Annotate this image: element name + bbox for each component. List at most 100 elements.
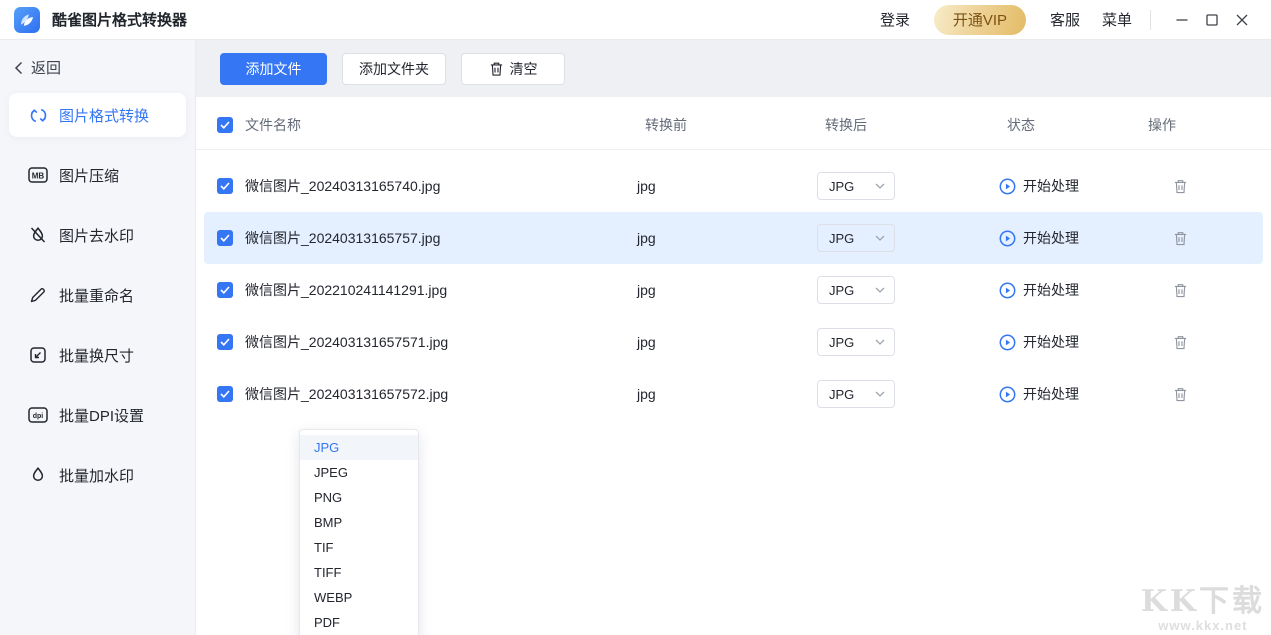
table-row: 微信图片_202403131657572.jpg jpg JPG 开始处理 (204, 368, 1263, 420)
sidebar-item-label: 图片去水印 (59, 225, 134, 246)
sidebar-item-compress[interactable]: MB 图片压缩 (9, 153, 186, 197)
back-label: 返回 (31, 57, 61, 78)
format-select[interactable]: JPG (817, 380, 895, 408)
svg-text:MB: MB (32, 172, 45, 181)
row-checkbox[interactable] (217, 282, 233, 298)
sidebar: 返回 图片格式转换 MB 图片压缩 图片去水印 (0, 40, 196, 635)
clear-label: 清空 (510, 59, 538, 79)
sidebar-item-label: 批量换尺寸 (59, 345, 134, 366)
chevron-left-icon (14, 61, 23, 75)
table-row: 微信图片_20240313165757.jpg jpg JPG 开始处理 (204, 212, 1263, 264)
menu-link[interactable]: 菜单 (1102, 9, 1132, 30)
sidebar-item-label: 批量重命名 (59, 285, 134, 306)
chevron-down-icon (875, 391, 885, 397)
format-select-value: JPG (829, 231, 854, 246)
minimize-button[interactable] (1167, 5, 1197, 35)
sidebar-item-label: 图片压缩 (59, 165, 119, 186)
play-circle-icon[interactable] (999, 386, 1016, 403)
dropdown-option-tif[interactable]: TIF (300, 535, 418, 560)
file-name: 微信图片_202403131657571.jpg (245, 332, 448, 352)
format-before: jpg (637, 334, 817, 350)
chevron-down-icon (875, 339, 885, 345)
delete-row-button[interactable] (1173, 282, 1188, 299)
sidebar-item-batch-rename[interactable]: 批量重命名 (9, 273, 186, 317)
add-folder-button[interactable]: 添加文件夹 (342, 53, 446, 85)
row-checkbox[interactable] (217, 230, 233, 246)
clear-button[interactable]: 清空 (461, 53, 565, 85)
app-logo-icon (14, 7, 40, 33)
format-convert-icon (28, 105, 48, 125)
play-circle-icon[interactable] (999, 334, 1016, 351)
start-process-link[interactable]: 开始处理 (1023, 228, 1079, 248)
sidebar-item-add-watermark[interactable]: 批量加水印 (9, 453, 186, 497)
dropdown-option-webp[interactable]: WEBP (300, 585, 418, 610)
file-name: 微信图片_202210241141291.jpg (245, 280, 447, 300)
login-link[interactable]: 登录 (880, 9, 910, 30)
start-process-link[interactable]: 开始处理 (1023, 384, 1079, 404)
delete-row-button[interactable] (1173, 230, 1188, 247)
delete-row-button[interactable] (1173, 178, 1188, 195)
sidebar-item-label: 图片格式转换 (59, 105, 149, 126)
format-dropdown-menu: JPG JPEG PNG BMP TIF TIFF WEBP PDF (299, 429, 419, 635)
format-select[interactable]: JPG (817, 172, 895, 200)
droplet-icon (28, 465, 48, 485)
dropdown-option-tiff[interactable]: TIFF (300, 560, 418, 585)
header-file-name: 文件名称 (245, 115, 301, 135)
play-circle-icon[interactable] (999, 178, 1016, 195)
dropdown-option-jpeg[interactable]: JPEG (300, 460, 418, 485)
start-process-link[interactable]: 开始处理 (1023, 176, 1079, 196)
sidebar-item-remove-watermark[interactable]: 图片去水印 (9, 213, 186, 257)
dropdown-option-pdf[interactable]: PDF (300, 610, 418, 635)
format-before: jpg (637, 282, 817, 298)
svg-text:dpi: dpi (33, 413, 44, 420)
dropdown-option-png[interactable]: PNG (300, 485, 418, 510)
table-row: 微信图片_20240313165740.jpg jpg JPG 开始处理 (204, 160, 1263, 212)
sidebar-item-format-convert[interactable]: 图片格式转换 (9, 93, 186, 137)
sidebar-item-batch-dpi[interactable]: dpi 批量DPI设置 (9, 393, 186, 437)
format-before: jpg (637, 230, 817, 246)
droplet-off-icon (28, 225, 48, 245)
row-checkbox[interactable] (217, 334, 233, 350)
table-row: 微信图片_202403131657571.jpg jpg JPG 开始处理 (204, 316, 1263, 368)
sidebar-item-label: 批量DPI设置 (59, 405, 144, 426)
format-select-value: JPG (829, 283, 854, 298)
format-before: jpg (637, 178, 817, 194)
file-name: 微信图片_20240313165740.jpg (245, 176, 440, 196)
sidebar-item-batch-resize[interactable]: 批量换尺寸 (9, 333, 186, 377)
dropdown-option-bmp[interactable]: BMP (300, 510, 418, 535)
format-select[interactable]: JPG (817, 276, 895, 304)
start-process-link[interactable]: 开始处理 (1023, 332, 1079, 352)
row-checkbox[interactable] (217, 178, 233, 194)
format-select[interactable]: JPG (817, 328, 895, 356)
format-before: jpg (637, 386, 817, 402)
play-circle-icon[interactable] (999, 230, 1016, 247)
maximize-button[interactable] (1197, 5, 1227, 35)
header-status: 状态 (1007, 115, 1148, 135)
dropdown-option-jpg[interactable]: JPG (300, 435, 418, 460)
format-select[interactable]: JPG (817, 224, 895, 252)
open-vip-button[interactable]: 开通VIP (934, 5, 1026, 35)
back-button[interactable]: 返回 (14, 57, 195, 78)
row-checkbox[interactable] (217, 386, 233, 402)
table-row: 微信图片_202210241141291.jpg jpg JPG 开始处理 (204, 264, 1263, 316)
close-button[interactable] (1227, 5, 1257, 35)
titlebar-divider (1150, 10, 1151, 30)
select-all-checkbox[interactable] (217, 117, 233, 133)
file-name: 微信图片_202403131657572.jpg (245, 384, 448, 404)
format-select-value: JPG (829, 387, 854, 402)
pencil-icon (28, 285, 48, 305)
delete-row-button[interactable] (1173, 386, 1188, 403)
mb-icon: MB (28, 165, 48, 185)
file-list: 微信图片_20240313165740.jpg jpg JPG 开始处理 微信图 (196, 150, 1271, 420)
header-after: 转换后 (825, 115, 1007, 135)
start-process-link[interactable]: 开始处理 (1023, 280, 1079, 300)
toolbar: 添加文件 添加文件夹 清空 (196, 40, 1271, 97)
add-file-button[interactable]: 添加文件 (220, 53, 327, 85)
chevron-down-icon (875, 235, 885, 241)
header-action: 操作 (1148, 115, 1176, 135)
format-select-value: JPG (829, 335, 854, 350)
customer-service-link[interactable]: 客服 (1050, 9, 1080, 30)
play-circle-icon[interactable] (999, 282, 1016, 299)
chevron-down-icon (875, 287, 885, 293)
delete-row-button[interactable] (1173, 334, 1188, 351)
